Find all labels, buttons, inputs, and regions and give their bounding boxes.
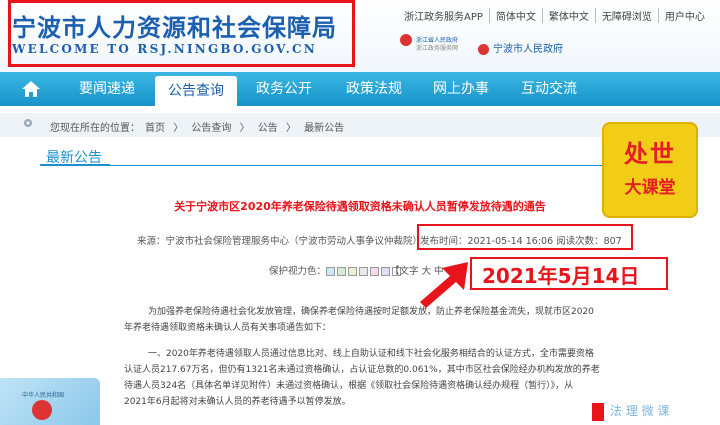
badge-line1: 处世 [624,140,676,168]
color-swatch[interactable] [348,267,358,276]
gov-card-text: 中华人民共和国 [22,392,65,399]
eye-protection-label: 保护视力色： [269,266,327,277]
article-paragraph-2: 一、2020年养老待遇领取人员通过信息比对、线上自助认证和线下社会化服务相结合的… [124,346,604,410]
top-link-zhejiang-app[interactable]: 浙江政务服务APP [398,8,489,23]
top-link-simplified[interactable]: 简体中文 [488,8,542,23]
nav-item-online-services[interactable]: 网上办事 [420,72,502,106]
nav-item-notices[interactable]: 公告查询 [155,76,237,106]
badge-line2: 大课堂 [624,178,676,198]
nav-item-interaction[interactable]: 互动交流 [508,72,590,106]
top-link-user-center[interactable]: 用户中心 [657,8,711,23]
site-title[interactable]: 宁波市人力资源和社会保障局 [12,8,337,43]
gov-portal-b-label: 宁波市人民政府 [493,44,563,55]
breadcrumb-label: 您现在所在的位置： [50,123,140,134]
site-subtitle: WELCOME TO RSJ.NINGBO.GOV.CN [12,42,317,56]
nav-item-news[interactable]: 要闻速递 [66,72,148,106]
breadcrumb-sep: 〉 [285,123,296,134]
breadcrumb-notices[interactable]: 公告查询 [191,123,231,134]
eye-protection-colors: 保护视力色： [269,263,403,277]
zhejiang-gov-portal-link[interactable]: 浙江省人民政府 浙江政务服务网 [400,32,470,54]
article-publish-info: 发布时间：2021-05-14 16:06 阅读次数：807 [420,236,622,247]
date-annotation: 2021年5月14日 [482,264,640,288]
article-source: 来源：宁波市社会保险管理服务中心（宁波市劳动人事争议仲裁院） [137,236,423,247]
breadcrumb-trail: 首页 〉 公告查询 〉 公告 〉 最新公告 [145,119,349,134]
paragraph-line: 2021年6月起将对未确认人员的养老待遇予以暂停发放。 [124,397,351,407]
color-swatch[interactable] [326,267,336,276]
site-header: 宁波市人力资源和社会保障局 WELCOME TO RSJ.NINGBO.GOV.… [0,0,720,72]
top-link-traditional[interactable]: 繁体中文 [541,8,595,23]
paragraph-line: 年养老待遇领取资格未确认人员有关事项通告如下： [124,323,332,333]
main-nav: 要闻速递 公告查询 政务公开 政策法规 网上办事 互动交流 [0,72,720,106]
breadcrumb-sep: 〉 [173,123,184,134]
breadcrumb-latest[interactable]: 最新公告 [304,123,344,134]
article-paragraph-1: 为加强养老保险待遇社会化发放管理，确保养老保险待遇按时足额发放，防止养老保险基金… [124,304,604,336]
top-link-accessibility[interactable]: 无障碍浏览 [594,8,658,23]
breadcrumb-home[interactable]: 首页 [145,123,165,134]
paragraph-line: 认证人员217.67万名，但仍有1321名未通过资格确认，占认证总数的0.061… [124,365,600,375]
breadcrumb-sep: 〉 [239,123,250,134]
nav-item-open-government[interactable]: 政务公开 [243,72,325,106]
color-swatch[interactable] [370,267,380,276]
paragraph-line: 待遇人员324名（具体名单详见附件）未通过资格确认，根据《领取社会保险待遇资格确… [124,381,574,391]
home-icon[interactable] [20,78,42,100]
top-links: 浙江政务服务APP 简体中文 繁体中文 无障碍浏览 用户中心 [398,8,711,23]
national-emblem-icon [32,400,52,420]
watermark: 法 理 微 课 [592,402,720,425]
national-emblem-icon [400,34,412,46]
color-swatch[interactable] [337,267,347,276]
section-divider [40,164,610,166]
article-title: 关于宁波市区2020年养老保险待遇领取资格未确认人员暂停发放待遇的通告 [174,200,546,213]
gov-portal-a-line2: 浙江政务服务网 [416,45,459,52]
breadcrumb-announcement[interactable]: 公告 [258,123,278,134]
red-flag-icon [592,402,604,421]
location-pin-icon [24,119,32,127]
national-emblem-icon [478,43,489,55]
color-swatch[interactable] [381,267,391,276]
floating-gov-card[interactable]: 中华人民共和国 [0,378,100,425]
paragraph-line: 为加强养老保险待遇社会化发放管理，确保养老保险待遇按时足额发放，防止养老保险基金… [148,307,594,317]
nav-item-policies[interactable]: 政策法规 [333,72,415,106]
watermark-text: 法 理 微 课 [610,404,670,418]
pointer-arrow-icon [420,262,468,308]
ningbo-gov-portal-link[interactable]: 宁波市人民政府 [478,40,563,55]
paragraph-line: 一、2020年养老待遇领取人员通过信息比对、线上自助认证和线下社会化服务相结合的… [148,349,594,359]
color-swatch[interactable] [359,267,369,276]
